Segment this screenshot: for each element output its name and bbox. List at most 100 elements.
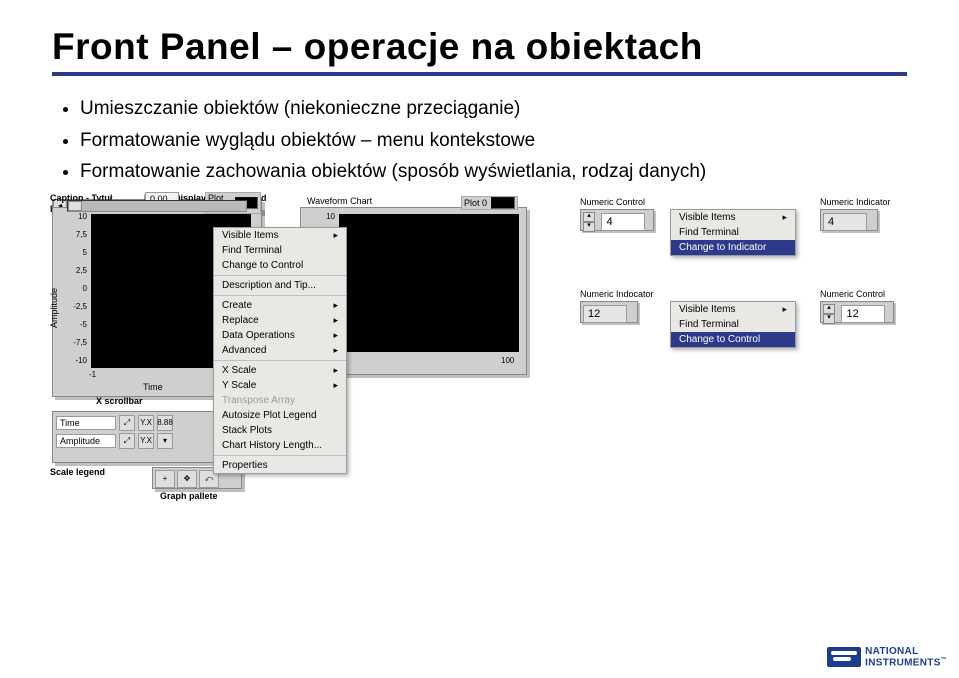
ni-logo-text: NATIONAL INSTRUMENTS™	[865, 647, 947, 668]
y-tick: -5	[69, 320, 87, 329]
spinner[interactable]: ▴▾	[823, 304, 835, 324]
submenu-arrow-icon: ▸	[333, 330, 338, 341]
logo-line1: NATIONAL	[865, 646, 918, 657]
y-tick: -2,5	[69, 302, 87, 311]
menu-item[interactable]: Create▸	[214, 298, 346, 313]
menu-item[interactable]: Data Operations▸	[214, 328, 346, 343]
numeric-control[interactable]: ▴▾ 12	[820, 301, 894, 323]
menu-item[interactable]: Visible Items▸	[671, 302, 795, 317]
menu-item[interactable]: Chart History Length...	[214, 438, 346, 453]
scale-legend-row: Time ⤢ Y.X 8.88	[56, 415, 220, 431]
y-tick: 0	[69, 284, 87, 293]
menu-item[interactable]: Stack Plots	[214, 423, 346, 438]
numeric-indicator: 4	[820, 209, 878, 231]
menu-item[interactable]: Visible Items▸	[671, 210, 795, 225]
scale-legend-label: Scale legend	[50, 467, 105, 477]
x-scrollbar-label: X scrollbar	[96, 396, 143, 406]
scrollbar-thumb[interactable]	[68, 201, 82, 211]
menu-item[interactable]: Change to Control	[214, 258, 346, 273]
scale-btn-autoscale-icon[interactable]: 8.88	[157, 415, 173, 431]
scale-legend-panel: Time ⤢ Y.X 8.88 Amplitude ⤢ Y.X ▾	[52, 411, 224, 463]
y-tick: -7,5	[69, 338, 87, 347]
menu-item: Transpose Array	[214, 393, 346, 408]
waveform-title: Waveform Chart	[307, 196, 372, 206]
y-axis-label: Amplitude	[49, 288, 59, 328]
menu-item[interactable]: X Scale▸	[214, 363, 346, 378]
scrollbar-track[interactable]	[67, 200, 247, 212]
menu-item[interactable]: Change to Control	[671, 332, 795, 347]
context-menu-change-to-control[interactable]: Visible Items▸Find TerminalChange to Con…	[670, 301, 796, 348]
numeric-indicator: 12	[580, 301, 638, 323]
bullet-item: Formatowanie zachowania obiektów (sposób…	[80, 159, 907, 185]
submenu-arrow-icon: ▸	[333, 230, 338, 241]
numeric-indicator-label: Numeric Indicator	[820, 197, 891, 207]
submenu-arrow-icon: ▸	[333, 300, 338, 311]
submenu-arrow-icon: ▸	[782, 212, 787, 223]
logo-tm: ™	[941, 657, 947, 663]
y-tick: 2,5	[69, 266, 87, 275]
spin-up-icon[interactable]: ▴	[823, 304, 835, 314]
x-axis-label: Time	[143, 382, 163, 392]
menu-item[interactable]: Find Terminal	[671, 225, 795, 240]
title-rule	[52, 72, 907, 76]
scale-legend-field[interactable]: Time	[56, 416, 116, 430]
y-tick: 5	[69, 248, 87, 257]
scale-btn-lock-icon[interactable]: ⤢	[119, 433, 135, 449]
numeric-indicator-field: 12	[583, 305, 627, 323]
numeric-control-field[interactable]: 12	[841, 305, 885, 323]
scale-btn-format-icon[interactable]: Y.X	[138, 433, 154, 449]
screenshot-area: Caption - Tytuł Label - Etykieta Digital…	[52, 199, 907, 559]
scale-btn-format-icon[interactable]: Y.X	[138, 415, 154, 431]
slide-title: Front Panel – operacje na obiektach	[52, 26, 907, 68]
spin-down-icon[interactable]: ▾	[823, 314, 835, 324]
submenu-arrow-icon: ▸	[333, 345, 338, 356]
numeric-control-label: Numeric Control	[580, 197, 645, 207]
menu-item[interactable]: Find Terminal	[671, 317, 795, 332]
scale-btn-autoscale-icon[interactable]: ▾	[157, 433, 173, 449]
menu-item[interactable]: Change to Indicator	[671, 240, 795, 255]
numeric-control[interactable]: ▴▾ 4	[580, 209, 654, 231]
spin-down-icon[interactable]: ▾	[583, 222, 595, 232]
y-tick: 10	[69, 212, 87, 221]
y-tick: 7,5	[69, 230, 87, 239]
submenu-arrow-icon: ▸	[333, 315, 338, 326]
plot-legend-name: Plot 0	[464, 198, 487, 208]
logo-line2: INSTRUMENTS	[865, 657, 941, 668]
chart-area	[339, 214, 519, 352]
submenu-arrow-icon: ▸	[333, 380, 338, 391]
scale-btn-lock-icon[interactable]: ⤢	[119, 415, 135, 431]
graph-palette-label: Graph pallete	[160, 491, 218, 501]
menu-item[interactable]: Autosize Plot Legend	[214, 408, 346, 423]
y-tick: 10	[317, 212, 335, 221]
menu-item[interactable]: Find Terminal	[214, 243, 346, 258]
ni-logo: NATIONAL INSTRUMENTS™	[827, 647, 947, 668]
ni-eagle-icon	[827, 647, 861, 667]
submenu-arrow-icon: ▸	[333, 365, 338, 376]
menu-item[interactable]: Y Scale▸	[214, 378, 346, 393]
bullet-item: Umieszczanie obiektów (niekonieczne prze…	[80, 96, 907, 122]
plot-swatch-icon	[491, 197, 515, 209]
palette-zoom-icon[interactable]: +	[155, 470, 175, 488]
scale-legend-field[interactable]: Amplitude	[56, 434, 116, 448]
context-menu[interactable]: Visible Items▸Find TerminalChange to Con…	[213, 227, 347, 474]
numeric-indicator-field: 4	[823, 213, 867, 231]
bullet-list: Umieszczanie obiektów (niekonieczne prze…	[52, 96, 907, 185]
x-scrollbar[interactable]: ◂ ▸	[52, 199, 262, 213]
menu-item[interactable]: Replace▸	[214, 313, 346, 328]
numeric-control-field[interactable]: 4	[601, 213, 645, 231]
spin-up-icon[interactable]: ▴	[583, 212, 595, 222]
numeric-control-label: Numeric Control	[820, 289, 885, 299]
submenu-arrow-icon: ▸	[782, 304, 787, 315]
plot-legend[interactable]: Plot 0	[461, 196, 518, 210]
numeric-indocator-label: Numeric Indocator	[580, 289, 654, 299]
menu-item[interactable]: Advanced▸	[214, 343, 346, 358]
palette-pan-icon[interactable]: ✥	[177, 470, 197, 488]
scale-legend-row: Amplitude ⤢ Y.X ▾	[56, 433, 220, 449]
spinner[interactable]: ▴▾	[583, 212, 595, 232]
menu-item[interactable]: Visible Items▸	[214, 228, 346, 243]
menu-item[interactable]: Description and Tip...	[214, 278, 346, 293]
y-tick: -10	[69, 356, 87, 365]
bullet-item: Formatowanie wyglądu obiektów – menu kon…	[80, 128, 907, 154]
context-menu-change-to-indicator[interactable]: Visible Items▸Find TerminalChange to Ind…	[670, 209, 796, 256]
menu-item[interactable]: Properties	[214, 458, 346, 473]
